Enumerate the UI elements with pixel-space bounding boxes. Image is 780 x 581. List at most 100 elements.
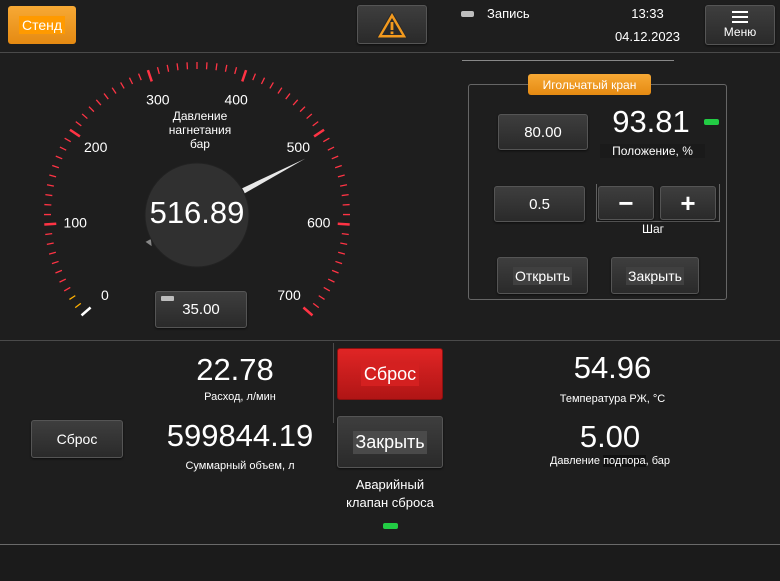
gauge-tick-label: 0 bbox=[101, 287, 109, 303]
gauge-minor-tick bbox=[55, 269, 63, 274]
flow-reset-label: Сброс bbox=[56, 431, 98, 447]
needle-open-button[interactable]: Открыть bbox=[497, 257, 588, 294]
flow-value: 22.78 bbox=[196, 352, 274, 387]
temperature-value: 54.96 bbox=[573, 350, 652, 385]
gauge-minor-tick bbox=[176, 63, 179, 71]
gauge-minor-tick bbox=[49, 174, 57, 178]
needle-position-led bbox=[704, 119, 719, 125]
gauge-minor-tick bbox=[331, 269, 339, 274]
gauge-minor-tick bbox=[252, 73, 257, 81]
gauge-minor-tick bbox=[59, 146, 67, 151]
gauge-minor-tick bbox=[260, 77, 266, 85]
step-label: Шаг bbox=[641, 222, 665, 236]
section-divider bbox=[0, 340, 780, 341]
stand-label: Стенд bbox=[18, 16, 66, 34]
gauge-tick-label: 700 bbox=[277, 287, 301, 303]
gauge-minor-tick bbox=[215, 63, 218, 71]
gauge-minor-tick bbox=[59, 278, 67, 283]
footer-bar bbox=[0, 545, 780, 581]
step-minus-button[interactable]: − bbox=[598, 186, 654, 220]
flow-reset-button[interactable]: Сброс bbox=[31, 420, 123, 458]
gauge-minor-tick bbox=[334, 164, 342, 169]
gauge-minor-tick bbox=[45, 193, 53, 197]
hamburger-icon bbox=[732, 11, 748, 23]
gauge-tick-label: 100 bbox=[64, 215, 88, 231]
gauge-tick-label: 300 bbox=[146, 91, 170, 107]
gauge-setpoint-input[interactable]: 35.00 bbox=[155, 291, 247, 328]
needle-close-label: Закрыть bbox=[626, 266, 684, 285]
gauge-minor-tick bbox=[137, 73, 142, 81]
gauge-minor-tick bbox=[312, 302, 320, 309]
step-value: 0.5 bbox=[529, 195, 550, 213]
gauge-major-tick bbox=[80, 306, 92, 317]
gauge-minor-tick bbox=[269, 82, 274, 89]
gauge-minor-tick bbox=[52, 164, 60, 169]
gauge-major-tick bbox=[146, 69, 153, 82]
gauge-minor-tick bbox=[48, 251, 57, 255]
needle-open-label: Открыть bbox=[513, 266, 572, 285]
gauge-minor-tick bbox=[341, 232, 349, 236]
needle-valve-title: Игольчатый кран bbox=[528, 74, 651, 95]
plus-icon: + bbox=[680, 187, 696, 218]
gauge-tick-label: 200 bbox=[84, 139, 108, 155]
clock-date: 04.12.2023 bbox=[614, 29, 681, 44]
backpressure-label-c: , бар bbox=[645, 455, 671, 467]
gauge-minor-tick bbox=[74, 302, 82, 309]
needle-position-label: Положение, % bbox=[600, 144, 705, 158]
emergency-divider bbox=[333, 343, 334, 423]
gauge-minor-tick bbox=[224, 64, 228, 72]
menu-button[interactable]: Меню bbox=[705, 5, 775, 45]
gauge-minor-tick bbox=[63, 286, 71, 292]
gauge-tick-label: 600 bbox=[307, 215, 331, 231]
backpressure-value: 5.00 bbox=[579, 419, 641, 454]
emergency-close-label: Закрыть bbox=[353, 430, 427, 454]
gauge-minor-tick bbox=[88, 106, 95, 113]
gauge-major-tick bbox=[69, 128, 81, 138]
gauge-minor-tick bbox=[55, 155, 63, 160]
gauge-needle-tail bbox=[145, 239, 152, 247]
gauge-minor-tick bbox=[327, 278, 335, 283]
gauge-minor-tick bbox=[46, 184, 55, 187]
backpressure-label-a: Давление bbox=[549, 455, 604, 467]
emergency-reset-button[interactable]: Сброс bbox=[337, 348, 443, 400]
gauge-minor-tick bbox=[299, 106, 306, 113]
flow-label: Расход, л/мин bbox=[204, 391, 276, 403]
volume-label: Суммарный объем, л bbox=[185, 460, 295, 472]
backpressure-label-b: подпора bbox=[603, 455, 646, 467]
gauge-minor-tick bbox=[120, 82, 125, 89]
gauge-title-line2: нагнетания bbox=[168, 123, 232, 137]
gauge-major-tick bbox=[302, 306, 314, 317]
gauge-value: 516.89 bbox=[149, 195, 245, 230]
stand-button[interactable]: Стенд bbox=[8, 6, 76, 44]
warning-button[interactable] bbox=[357, 5, 427, 44]
gauge-minor-tick bbox=[277, 87, 283, 94]
gauge-major-tick bbox=[241, 69, 248, 82]
gauge-unit: бар bbox=[190, 137, 210, 151]
gauge-minor-tick bbox=[81, 113, 88, 120]
step-plus-button[interactable]: + bbox=[660, 186, 716, 220]
gauge-major-tick bbox=[44, 222, 57, 226]
gauge-minor-tick bbox=[340, 242, 348, 245]
gauge-tick-label: 400 bbox=[224, 91, 248, 107]
gauge-minor-tick bbox=[339, 184, 348, 187]
header-divider-right bbox=[462, 60, 674, 61]
needle-setpoint-input[interactable]: 80.00 bbox=[498, 114, 588, 150]
gauge-minor-tick bbox=[337, 251, 346, 255]
emergency-reset-label: Сброс bbox=[360, 362, 420, 386]
gauge-minor-tick bbox=[322, 137, 330, 143]
clock-time: 13:33 bbox=[631, 6, 664, 21]
warning-triangle-icon bbox=[376, 10, 408, 38]
gauge-minor-tick bbox=[335, 260, 343, 265]
gauge-setpoint-value: 35.00 bbox=[182, 301, 220, 318]
gauge-minor-tick bbox=[327, 146, 335, 151]
gauge-minor-tick bbox=[46, 242, 54, 245]
gauge-minor-tick bbox=[95, 99, 102, 106]
emergency-close-button[interactable]: Закрыть bbox=[337, 416, 443, 468]
emergency-label-line2: клапан сброса bbox=[346, 495, 434, 510]
step-input[interactable]: 0.5 bbox=[494, 186, 585, 222]
needle-close-button[interactable]: Закрыть bbox=[611, 257, 699, 294]
gauge-minor-tick bbox=[128, 77, 134, 85]
backpressure-label: Давление подпора, бар bbox=[530, 455, 690, 467]
needle-valve-title-text: Игольчатый кран bbox=[542, 77, 637, 92]
gauge-minor-tick bbox=[45, 232, 53, 236]
